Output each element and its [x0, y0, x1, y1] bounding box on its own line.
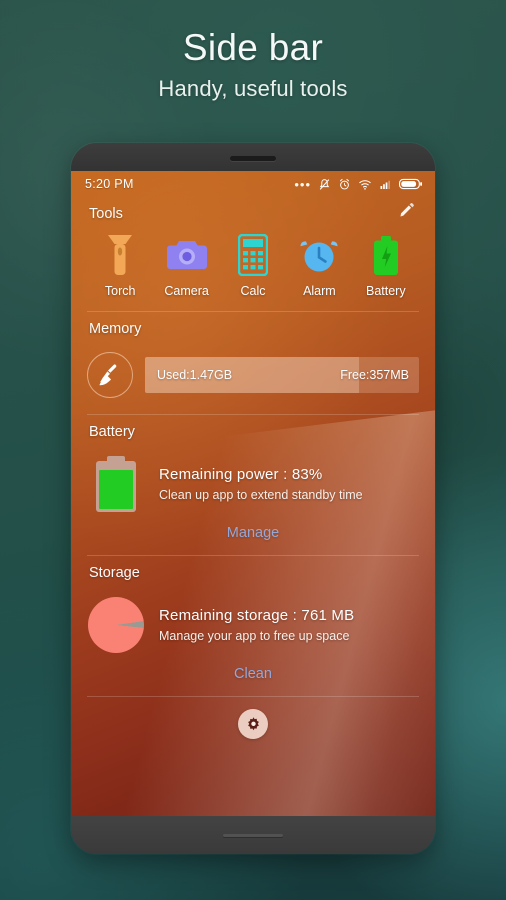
memory-usage-bar[interactable]: Used:1.47GB Free:357MB: [145, 357, 419, 393]
storage-status-icon: [87, 597, 145, 653]
settings-row: [87, 697, 419, 739]
battery-icon: [399, 178, 423, 190]
storage-title: Remaining storage : 761 MB: [159, 607, 355, 624]
status-bar: 5:20 PM •••: [71, 171, 435, 197]
page-title: Side bar: [182, 27, 324, 68]
tool-torch[interactable]: Torch: [87, 232, 153, 298]
tool-calc[interactable]: Calc: [220, 232, 286, 298]
memory-row: Used:1.47GB Free:357MB: [87, 343, 419, 409]
battery-title: Remaining power : 83%: [159, 466, 323, 483]
vibrate-icon: [319, 178, 330, 190]
phone-bottom-bezel: [71, 816, 435, 854]
alarm-icon: [339, 178, 350, 189]
home-indicator: [223, 834, 283, 837]
page-subtitle: Handy, useful tools: [158, 75, 348, 101]
battery-text: Remaining power : 83% Clean up app to ex…: [159, 466, 363, 502]
storage-label: Storage: [89, 565, 140, 581]
battery-level-fill: [99, 469, 133, 509]
tool-label: Calc: [240, 284, 266, 298]
flashlight-icon: [87, 232, 153, 278]
tool-label: Torch: [104, 284, 136, 298]
pie-chart-icon: [88, 597, 144, 653]
tool-label: Camera: [164, 284, 209, 298]
tools-label: Tools: [89, 206, 123, 222]
broom-icon[interactable]: [87, 352, 133, 398]
gear-icon[interactable]: [238, 709, 268, 739]
battery-label: Battery: [89, 424, 135, 440]
storage-subtitle: Manage your app to free up space: [159, 629, 350, 643]
phone-screen: 5:20 PM ••• Tools Torch Camera Calc Alar…: [71, 171, 435, 816]
tool-battery[interactable]: Battery: [353, 232, 419, 298]
memory-free-text: Free:357MB: [340, 368, 409, 382]
storage-text: Remaining storage : 761 MB Manage your a…: [159, 607, 354, 643]
memory-used-text: Used:1.47GB: [157, 368, 233, 382]
battery-subtitle: Clean up app to extend standby time: [159, 488, 363, 502]
wifi-icon: [359, 179, 371, 190]
tool-label: Alarm: [303, 284, 336, 298]
memory-label: Memory: [89, 321, 142, 337]
more-dots-icon: •••: [294, 176, 311, 192]
battery-body: [96, 461, 136, 512]
alarm-clock-icon: [286, 232, 352, 278]
phone-top-bezel: [71, 143, 435, 171]
earpiece-speaker: [230, 156, 276, 161]
clean-button[interactable]: Clean: [87, 655, 419, 691]
battery-icon: [353, 232, 419, 278]
pencil-icon[interactable]: [394, 200, 419, 226]
status-icon-group: •••: [294, 178, 423, 191]
storage-row: Remaining storage : 761 MB Manage your a…: [87, 587, 419, 655]
battery-row: Remaining power : 83% Clean up app to ex…: [87, 446, 419, 514]
signal-icon: [380, 180, 390, 189]
battery-status-icon: [87, 456, 145, 512]
sidebar-panel: Tools Torch Camera Calc Alarm Battery Me…: [71, 197, 435, 739]
manage-button[interactable]: Manage: [87, 514, 419, 550]
calculator-icon: [220, 232, 286, 278]
tools-grid: Torch Camera Calc Alarm Battery: [87, 228, 419, 306]
tool-camera[interactable]: Camera: [153, 232, 219, 298]
tool-label: Battery: [365, 284, 406, 298]
promo-header: Side bar Handy, useful tools: [0, 0, 506, 102]
phone-mockup: 5:20 PM ••• Tools Torch Camera Calc Alar…: [71, 143, 435, 854]
tools-section-header: Tools: [87, 197, 419, 228]
camera-icon: [153, 232, 219, 278]
tool-alarm[interactable]: Alarm: [286, 232, 352, 298]
status-time: 5:20 PM: [85, 177, 134, 191]
